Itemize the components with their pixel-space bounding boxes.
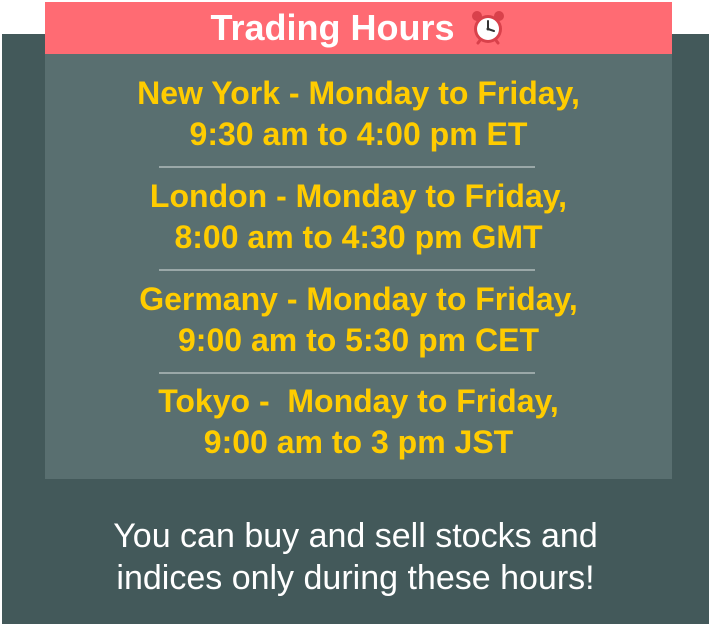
market-entry-tokyo: Tokyo - Monday to Friday, 9:00 am to 3 p…: [45, 381, 672, 463]
alarm-clock-icon: [469, 9, 507, 47]
market-days-text: Germany - Monday to Friday,: [139, 281, 578, 317]
market-hours-text: 8:00 am to 4:30 pm GMT: [174, 219, 543, 255]
divider: [159, 269, 535, 271]
market-hours-text: 9:00 am to 3 pm JST: [203, 424, 514, 460]
footer-line: You can buy and sell stocks and: [113, 517, 598, 555]
divider: [159, 372, 535, 374]
footer-note: You can buy and sell stocks and indices …: [2, 515, 709, 599]
market-days-text: London - Monday to Friday,: [149, 178, 568, 214]
market-days-text: Tokyo - Monday to Friday,: [158, 383, 559, 419]
market-entry-new-york: New York - Monday to Friday, 9:30 am to …: [45, 73, 672, 155]
market-entry-germany: Germany - Monday to Friday, 9:00 am to 5…: [45, 279, 672, 361]
page-title: Trading Hours: [210, 7, 455, 48]
market-entry-london: London - Monday to Friday, 8:00 am to 4:…: [45, 176, 672, 258]
market-hours-text: 9:00 am to 5:30 pm CET: [178, 322, 539, 358]
market-days-text: New York - Monday to Friday,: [137, 75, 580, 111]
market-hours-text: 9:30 am to 4:00 pm ET: [189, 116, 528, 152]
divider: [159, 166, 535, 168]
footer-line: indices only during these hours!: [116, 559, 595, 597]
title-banner: Trading Hours: [45, 2, 672, 54]
